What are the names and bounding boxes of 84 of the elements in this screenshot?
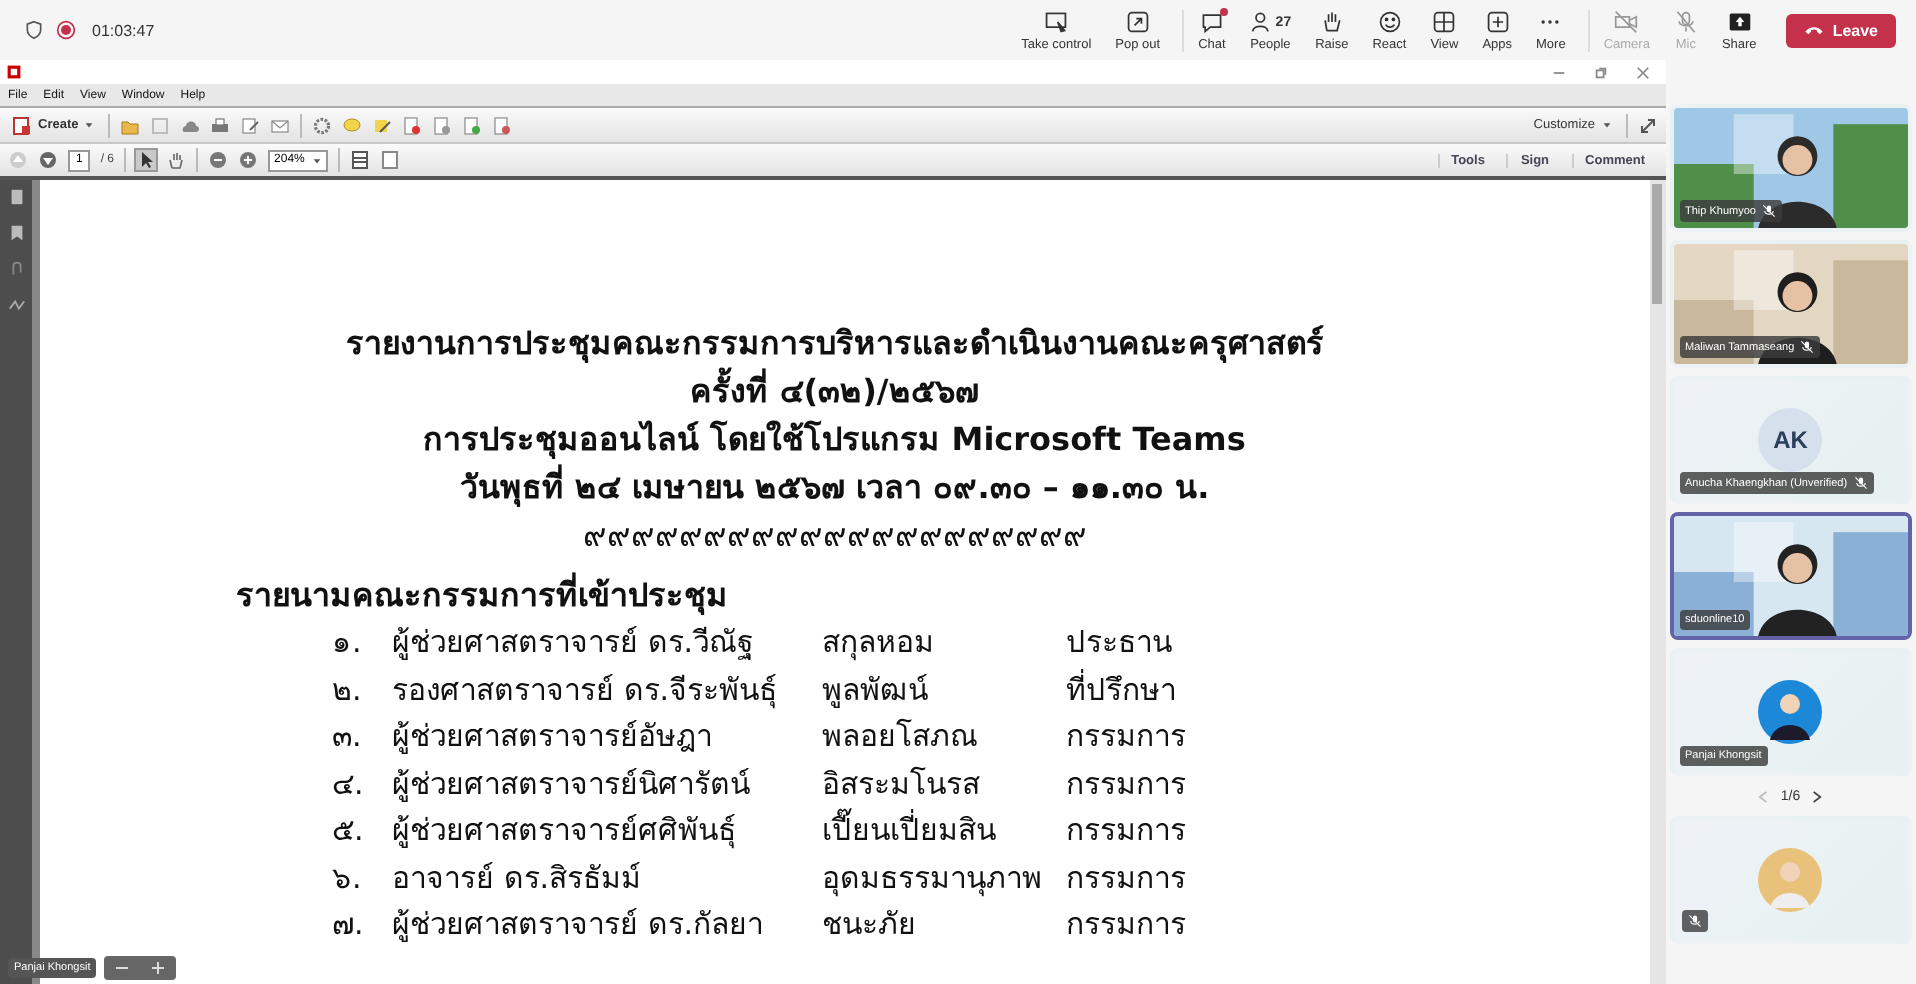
pop-out-icon bbox=[1125, 10, 1150, 34]
member-role: กรรมการ bbox=[1066, 763, 1188, 805]
participant-tile[interactable] bbox=[1669, 816, 1912, 944]
cursor-icon[interactable] bbox=[136, 150, 157, 170]
camera-off-icon bbox=[1614, 10, 1639, 34]
zoom-controls[interactable] bbox=[104, 956, 177, 980]
document-icon[interactable] bbox=[402, 115, 423, 135]
folder-icon[interactable] bbox=[120, 115, 141, 135]
avatar-icon bbox=[1758, 680, 1823, 744]
document-title-line: ครั้งที่ ๔(๓๒)/๒๕๖๗ bbox=[40, 368, 1650, 416]
member-surname: พูลพัฒน์ bbox=[822, 669, 930, 712]
member-name: ผู้ช่วยศาสตราจารย์อัษฎา bbox=[392, 716, 714, 758]
shield-icon bbox=[24, 20, 44, 40]
leave-button[interactable]: Leave bbox=[1786, 13, 1896, 47]
arrow-down-icon[interactable] bbox=[38, 150, 58, 170]
document-title-line: การประชุมออนไลน์ โดยใช้โปรแกรม Microsoft Teams bbox=[421, 418, 1248, 463]
hand-icon bbox=[1319, 10, 1344, 34]
member-role: ประธาน bbox=[1066, 622, 1174, 664]
member-surname: ชนะภัย bbox=[822, 904, 918, 946]
grid-icon bbox=[1432, 10, 1457, 34]
member-surname: อิสระมโนรส bbox=[822, 763, 982, 805]
bookmark-icon[interactable] bbox=[7, 224, 25, 242]
member-surname: เปี๊ยนเปี่ยมสิน bbox=[822, 808, 998, 852]
caret-icon bbox=[1601, 120, 1612, 130]
member-role: กรรมการ bbox=[1066, 904, 1188, 946]
close-icon[interactable] bbox=[1635, 65, 1650, 79]
list-number: ๗. bbox=[332, 904, 366, 946]
document-title-line: วันพุธที่ ๒๔ เมษายน ๒๕๖๗ เวลา ๐๙.๓๐ – ๑๑.๓๐ น. bbox=[457, 464, 1212, 511]
member-surname: อุดมธรรมานุภาพ bbox=[822, 857, 1044, 901]
restore-icon[interactable] bbox=[1593, 65, 1608, 79]
list-number: ๕. bbox=[332, 810, 366, 852]
people-icon bbox=[1249, 10, 1274, 34]
member-name: ผู้ช่วยศาสตราจารย์ ดร.กัลยา bbox=[392, 904, 766, 946]
meeting-timer: 01:03:47 bbox=[92, 21, 155, 39]
caret-icon bbox=[84, 120, 95, 130]
member-name: รองศาสตราจารย์ ดร.จีระพันธุ์ bbox=[392, 669, 780, 713]
mic-off-icon bbox=[1673, 10, 1698, 34]
list-number: ๒. bbox=[332, 669, 364, 711]
list-number: ๔. bbox=[332, 763, 366, 805]
plus-square-icon bbox=[1485, 10, 1510, 34]
page-icon[interactable] bbox=[380, 150, 401, 170]
edit-icon[interactable] bbox=[240, 115, 261, 135]
document-icon bbox=[12, 115, 32, 135]
comment-icon[interactable] bbox=[342, 115, 363, 135]
screen-cursor-icon bbox=[1044, 10, 1069, 34]
pages-icon[interactable] bbox=[7, 188, 25, 206]
member-name: อาจารย์ ดร.สิรธัมม์ bbox=[392, 857, 644, 899]
list-number: ๑. bbox=[332, 622, 364, 664]
document-icon[interactable] bbox=[462, 115, 483, 135]
list-number: ๓. bbox=[332, 716, 364, 758]
member-surname: สกุลหอม bbox=[822, 622, 936, 665]
fit-page-icon[interactable] bbox=[350, 150, 371, 170]
document-title-line: รายงานการประชุมคณะกรรมการบริหารและดำเนินงานคณะครุศาสตร์ bbox=[343, 322, 1326, 367]
member-name: ผู้ช่วยศาสตราจารย์นิศารัตน์ bbox=[392, 763, 752, 806]
dropdown-icon bbox=[312, 155, 323, 165]
smiley-icon bbox=[1377, 10, 1402, 34]
document-heading: รายนามคณะกรรมการที่เข้าประชุม bbox=[234, 572, 730, 619]
paperclip-icon[interactable] bbox=[7, 260, 25, 278]
member-surname: พลอยโสภณ bbox=[822, 716, 980, 758]
member-role: กรรมการ bbox=[1066, 716, 1188, 758]
member-role: ที่ปรึกษา bbox=[1066, 667, 1178, 711]
member-role: กรรมการ bbox=[1066, 810, 1188, 852]
mail-icon[interactable] bbox=[270, 115, 291, 135]
list-number: ๖. bbox=[332, 857, 364, 899]
hand-icon[interactable] bbox=[166, 150, 187, 170]
document-icon[interactable] bbox=[432, 115, 453, 135]
signature-icon[interactable] bbox=[7, 296, 25, 314]
member-name: ผู้ช่วยศาสตราจารย์ศศิพันธุ์ bbox=[392, 810, 738, 853]
highlight-icon[interactable] bbox=[372, 115, 393, 135]
avatar-icon bbox=[1758, 848, 1823, 912]
zoom-in-icon[interactable] bbox=[238, 150, 259, 170]
chat-icon bbox=[1199, 10, 1224, 34]
zoom-in-icon[interactable] bbox=[148, 958, 169, 978]
member-name: ผู้ช่วยศาสตราจารย์ ดร.วีณัฐ bbox=[392, 622, 756, 664]
ornament-line: ๙๙๙๙๙๙๙๙๙๙๙๙๙๙๙๙๙๙๙๙๙ bbox=[580, 514, 1089, 558]
phone-icon bbox=[1804, 24, 1825, 36]
share-icon bbox=[1727, 10, 1752, 34]
printer-icon[interactable] bbox=[210, 115, 231, 135]
next-icon[interactable] bbox=[1812, 789, 1823, 803]
zoom-out-icon[interactable] bbox=[208, 150, 229, 170]
initials-avatar: AK bbox=[1758, 408, 1823, 472]
member-role: กรรมการ bbox=[1066, 857, 1188, 899]
expand-icon[interactable] bbox=[1637, 115, 1658, 135]
document-icon[interactable] bbox=[492, 115, 513, 135]
